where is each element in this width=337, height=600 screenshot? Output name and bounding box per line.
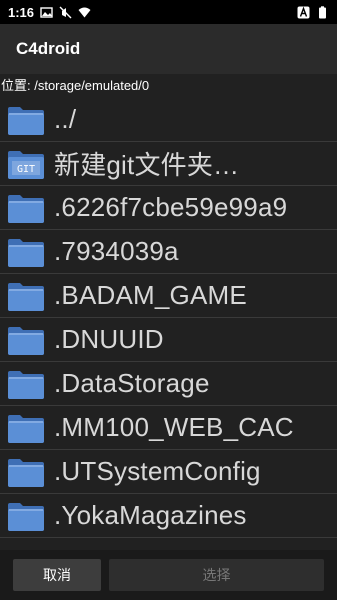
file-name: .BADAM_GAME bbox=[54, 280, 247, 310]
folder-icon bbox=[6, 279, 46, 313]
file-row[interactable]: .DNUUID bbox=[0, 318, 337, 362]
status-icons-right bbox=[297, 5, 329, 19]
file-row[interactable]: .MM100_WEB_CAC bbox=[0, 406, 337, 450]
file-row[interactable]: .6226f7cbe59e99a9 bbox=[0, 186, 337, 230]
file-name: .YokaMagazines bbox=[54, 500, 247, 530]
app-title: C4droid bbox=[16, 39, 81, 58]
folder-icon bbox=[6, 455, 46, 489]
gallery-icon bbox=[40, 6, 53, 18]
file-name: .DNUUID bbox=[54, 324, 164, 354]
wifi-icon bbox=[78, 7, 91, 17]
current-path: 位置: /storage/emulated/0 bbox=[1, 78, 150, 93]
folder-icon bbox=[6, 367, 46, 401]
app-bar: C4droid bbox=[0, 24, 337, 74]
file-name: ../ bbox=[54, 104, 77, 134]
cancel-button[interactable]: 取消 bbox=[13, 559, 101, 591]
file-row[interactable]: .BADAM_GAME bbox=[0, 274, 337, 318]
file-name: .7934039a bbox=[54, 236, 179, 266]
file-name: .DataStorage bbox=[54, 368, 210, 398]
file-row[interactable]: .DataStorage bbox=[0, 362, 337, 406]
file-row[interactable]: .YokaMagazines bbox=[0, 494, 337, 538]
file-browser: 位置: /storage/emulated/0 ../ GIT 新建git文件夹….… bbox=[0, 74, 337, 550]
file-row[interactable]: GIT 新建git文件夹… bbox=[0, 142, 337, 186]
file-name: .UTSystemConfig bbox=[54, 456, 261, 486]
folder-icon bbox=[6, 103, 46, 137]
bottom-bar: 取消 选择 bbox=[0, 550, 337, 600]
git-folder-icon: GIT bbox=[6, 147, 46, 181]
status-icons-left bbox=[40, 6, 91, 19]
status-time: 1:16 bbox=[8, 4, 35, 20]
file-row[interactable]: .7934039a bbox=[0, 230, 337, 274]
folder-icon bbox=[6, 191, 46, 225]
select-button[interactable]: 选择 bbox=[109, 559, 324, 591]
folder-icon bbox=[6, 323, 46, 357]
file-row[interactable]: ../ bbox=[0, 98, 337, 142]
battery-icon bbox=[319, 5, 326, 18]
file-list: ../ GIT 新建git文件夹… .6226f7cbe59e99a9 .7934039… bbox=[0, 98, 337, 538]
file-name: 新建git文件夹… bbox=[54, 150, 240, 180]
mute-icon bbox=[59, 6, 72, 18]
file-name: .6226f7cbe59e99a9 bbox=[54, 192, 288, 222]
folder-icon bbox=[6, 499, 46, 533]
folder-icon bbox=[6, 235, 46, 269]
file-row[interactable]: .UTSystemConfig bbox=[0, 450, 337, 494]
status-bar: 1:16 bbox=[0, 0, 337, 24]
a-notification-icon bbox=[297, 6, 310, 18]
svg-text:GIT: GIT bbox=[17, 164, 35, 175]
folder-icon bbox=[6, 411, 46, 445]
file-name: .MM100_WEB_CAC bbox=[54, 412, 294, 442]
